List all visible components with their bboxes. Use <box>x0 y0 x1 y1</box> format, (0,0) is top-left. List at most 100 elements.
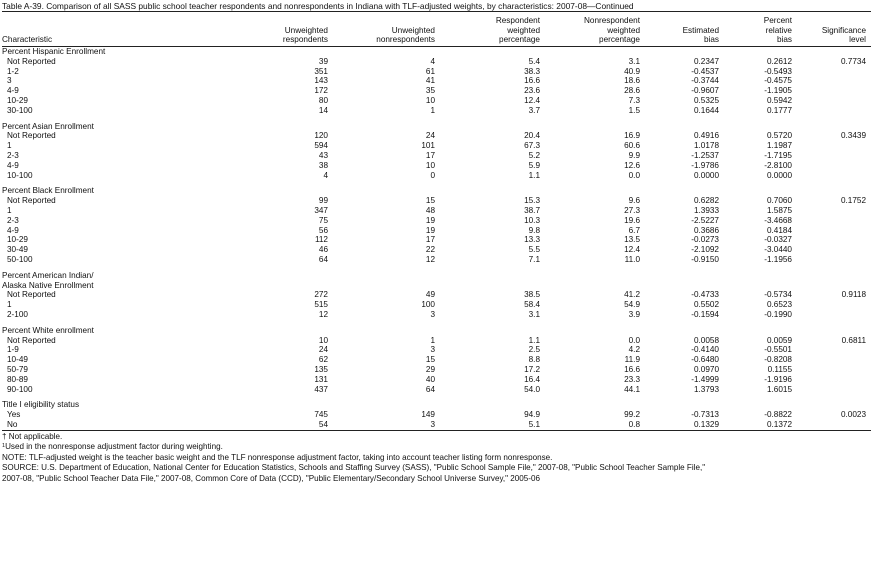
cell-percent-relative-bias: 0.1155 <box>767 364 792 374</box>
cell-nonrespondent-weighted-percentage: 11.9 <box>624 355 640 365</box>
cell-estimated-bias: 0.1329 <box>693 419 719 429</box>
row-label: 4-9 <box>7 225 19 235</box>
cell-estimated-bias: 0.2347 <box>693 56 719 66</box>
cell-percent-relative-bias: 0.6523 <box>766 300 792 310</box>
cell-unweighted-nonrespondents: 149 <box>421 410 435 420</box>
cell-estimated-bias: 0.1644 <box>693 105 719 115</box>
group-title: Percent Black Enrollment <box>2 186 94 196</box>
cell-nonrespondent-weighted-percentage: 54.9 <box>624 300 640 310</box>
row-label: 10-100 <box>7 170 33 180</box>
row-label: 1-9 <box>7 345 19 355</box>
header-nonrespondent-weighted-percentage: Nonrespondent weighted percentage <box>584 16 640 45</box>
header-percent-relative-bias: Percent relative bias <box>763 16 792 45</box>
cell-unweighted-nonrespondents: 15 <box>425 196 435 206</box>
cell-estimated-bias: -1.4999 <box>691 374 719 384</box>
cell-percent-relative-bias: 0.0000 <box>766 170 792 180</box>
cell-nonrespondent-weighted-percentage: 0.0 <box>628 170 640 180</box>
group-title: Percent American Indian/ <box>2 270 94 280</box>
source-line-1: SOURCE: U.S. Department of Education, Na… <box>2 463 706 473</box>
cell-percent-relative-bias: -1.9196 <box>764 374 792 384</box>
row-label: Not Reported <box>7 56 56 66</box>
cell-nonrespondent-weighted-percentage: 7.3 <box>628 95 640 105</box>
cell-estimated-bias: 0.6282 <box>693 196 719 206</box>
cell-percent-relative-bias: -0.1990 <box>764 309 792 319</box>
cell-unweighted-respondents: 62 <box>318 355 328 365</box>
cell-unweighted-respondents: 112 <box>314 235 328 245</box>
table-row: Yes 745 149 94.9 99.2 -0.7313 -0.8822 0.0023 <box>2 410 871 420</box>
row-label: Not Reported <box>7 335 56 345</box>
group-title: Percent White enrollment <box>2 325 94 335</box>
cell-percent-relative-bias: -0.4575 <box>764 76 792 86</box>
cell-estimated-bias: 1.3793 <box>693 384 719 394</box>
group-title: Percent Asian Enrollment <box>2 121 94 131</box>
row-label: 4-9 <box>7 160 19 170</box>
cell-percent-relative-bias: 1.5875 <box>766 205 792 215</box>
footnote-1: 1Used in the nonresponse adjustment fact… <box>2 442 871 453</box>
column-header-row: Characteristic Unweighted respondents Un… <box>2 12 871 46</box>
cell-significance-level: 0.6811 <box>841 335 866 345</box>
cell-estimated-bias: -2.5227 <box>691 215 719 225</box>
cell-percent-relative-bias: -3.4668 <box>764 215 792 225</box>
row-label: 80-89 <box>7 374 28 384</box>
cell-unweighted-nonrespondents: 3 <box>430 419 435 429</box>
cell-respondent-weighted-percentage: 94.9 <box>524 410 540 420</box>
cell-nonrespondent-weighted-percentage: 3.1 <box>628 56 640 66</box>
cell-percent-relative-bias: 1.1987 <box>766 141 792 151</box>
cell-unweighted-respondents: 80 <box>318 95 328 105</box>
cell-unweighted-respondents: 75 <box>318 215 328 225</box>
table-row: 1 594 101 67.3 60.6 1.0178 1.1987 <box>2 141 871 151</box>
cell-respondent-weighted-percentage: 8.8 <box>528 355 540 365</box>
cell-estimated-bias: -1.2537 <box>691 150 719 160</box>
cell-percent-relative-bias: 0.0059 <box>766 335 792 345</box>
cell-estimated-bias: -0.0273 <box>691 235 719 245</box>
cell-unweighted-nonrespondents: 101 <box>421 141 435 151</box>
bottom-rule <box>2 429 871 431</box>
cell-unweighted-respondents: 99 <box>318 196 328 206</box>
cell-nonrespondent-weighted-percentage: 18.6 <box>624 76 640 86</box>
cell-unweighted-nonrespondents: 0 <box>430 170 435 180</box>
cell-respondent-weighted-percentage: 38.7 <box>524 205 540 215</box>
group-title-row: Alaska Native Enrollment <box>2 281 871 291</box>
cell-percent-relative-bias: 0.1372 <box>766 419 792 429</box>
row-label: 10-29 <box>7 235 28 245</box>
note-tlf-weight: NOTE: TLF-adjusted weight is the teacher… <box>2 452 553 462</box>
cell-unweighted-nonrespondents: 4 <box>430 56 435 66</box>
cell-percent-relative-bias: 0.2612 <box>766 56 792 66</box>
table-row: 2-3 43 17 5.2 9.9 -1.2537 -1.7195 <box>2 151 871 161</box>
cell-significance-level: 0.7734 <box>840 56 866 66</box>
cell-estimated-bias: 0.3686 <box>693 225 719 235</box>
row-label: 90-100 <box>7 384 33 394</box>
cell-respondent-weighted-percentage: 7.1 <box>528 254 540 264</box>
cell-unweighted-nonrespondents: 19 <box>425 225 435 235</box>
cell-unweighted-nonrespondents: 3 <box>430 309 435 319</box>
cell-unweighted-respondents: 39 <box>318 56 328 66</box>
cell-percent-relative-bias: 0.1777 <box>766 105 792 115</box>
row-label: 10-29 <box>7 95 28 105</box>
table-row: Not Reported 120 24 20.4 16.9 0.4916 0.5720 0.3… <box>2 131 871 141</box>
header-unweighted-respondents: Unweighted respondents <box>282 25 328 45</box>
row-label: 50-79 <box>7 364 28 374</box>
table-row: 10-100 4 0 1.1 0.0 0.0000 0.0000 <box>2 171 871 181</box>
group-title-row: Title I eligibility status <box>2 400 871 410</box>
cell-nonrespondent-weighted-percentage: 0.8 <box>628 419 640 429</box>
cell-unweighted-respondents: 12 <box>318 309 328 319</box>
cell-unweighted-nonrespondents: 10 <box>425 95 435 105</box>
row-label: 30-100 <box>7 105 33 115</box>
cell-unweighted-respondents: 46 <box>318 245 328 255</box>
cell-respondent-weighted-percentage: 20.4 <box>524 131 540 141</box>
cell-unweighted-respondents: 143 <box>314 76 328 86</box>
cell-respondent-weighted-percentage: 3.7 <box>528 105 540 115</box>
row-label: Not Reported <box>7 196 56 206</box>
cell-respondent-weighted-percentage: 23.6 <box>524 86 540 96</box>
table-row: 90-100 437 64 54.0 44.1 1.3793 1.6015 <box>2 385 871 395</box>
table-body: Percent Hispanic Enrollment Not Reported 3… <box>2 47 871 430</box>
row-label: Yes <box>7 410 21 420</box>
cell-unweighted-nonrespondents: 48 <box>425 205 435 215</box>
cell-unweighted-respondents: 172 <box>314 86 328 96</box>
group-title: Alaska Native Enrollment <box>2 280 94 290</box>
cell-respondent-weighted-percentage: 12.4 <box>524 95 540 105</box>
cell-unweighted-respondents: 43 <box>318 150 328 160</box>
cell-unweighted-respondents: 38 <box>318 160 328 170</box>
cell-respondent-weighted-percentage: 67.3 <box>524 141 540 151</box>
row-label: 1 <box>7 141 12 151</box>
